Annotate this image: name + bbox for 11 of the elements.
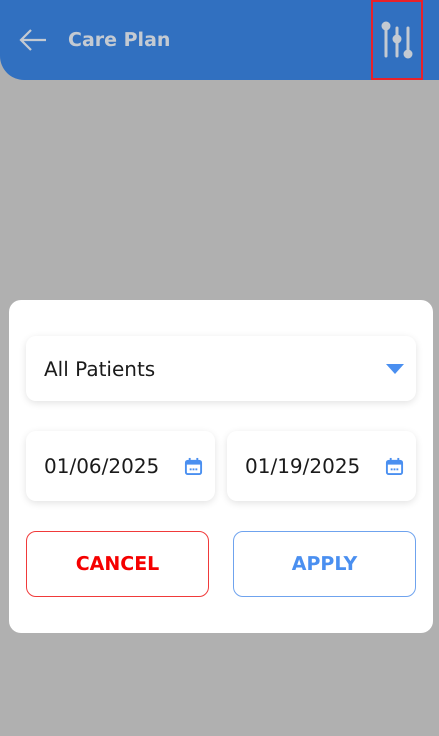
page-title: Care Plan xyxy=(68,29,172,51)
calendar-icon[interactable] xyxy=(184,456,203,476)
date-field[interactable]: 01/06/2025 xyxy=(26,431,215,501)
filter-button[interactable] xyxy=(371,0,423,80)
dropdown-caret-icon xyxy=(386,364,404,374)
cancel-button[interactable]: CANCEL xyxy=(26,531,209,597)
calendar-icon[interactable] xyxy=(385,456,404,476)
date-field[interactable]: 01/19/2025 xyxy=(227,431,416,501)
patient-select[interactable]: All Patients xyxy=(26,336,416,401)
back-arrow-icon[interactable] xyxy=(18,28,48,52)
sliders-icon xyxy=(380,20,414,60)
